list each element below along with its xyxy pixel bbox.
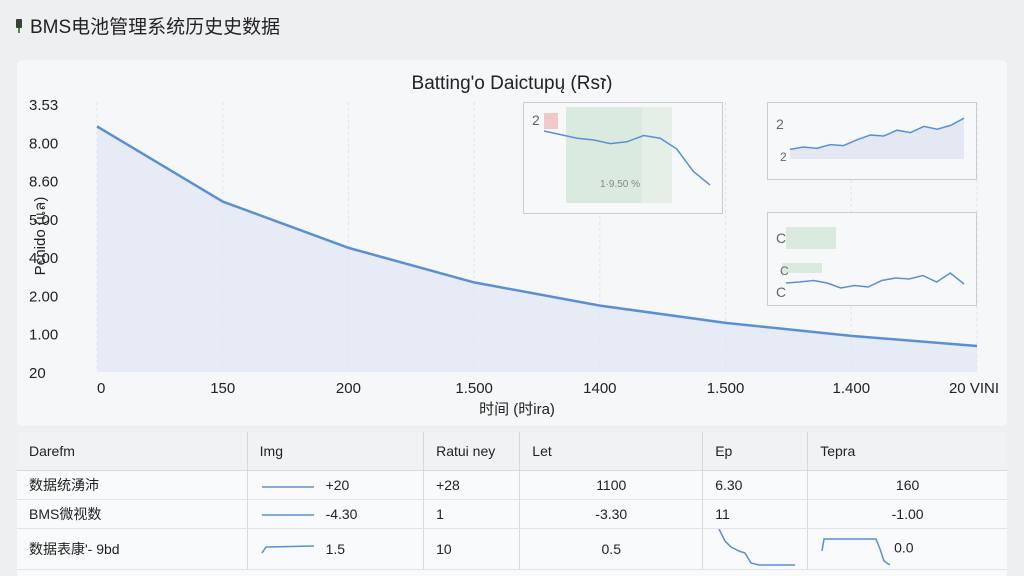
- app-title: BMS电池管理系统历史史数据: [14, 12, 280, 39]
- cell-let: 0.5: [519, 528, 704, 570]
- y-axis-label: Pєnido (ıเล): [32, 197, 49, 276]
- x-tick-label: 1.400: [833, 380, 871, 397]
- x-tick-label: 1.500: [707, 380, 745, 397]
- col-header-img[interactable]: Img: [247, 432, 425, 471]
- x-tick-label: 0: [97, 380, 105, 397]
- sparkline-icon: [718, 529, 796, 566]
- sparkline-icon: [261, 486, 314, 489]
- table-row[interactable]: 数据表康'- 9bd 1.5 10 0.5 0.0: [17, 528, 1007, 570]
- data-table-panel: Darefm Img Ratui ney Let Ep Tepra 数据统湧沛 …: [17, 432, 1007, 576]
- cell-ep: [702, 528, 809, 570]
- inset-label: 2: [776, 116, 784, 132]
- inset-chart-2: 22: [767, 102, 977, 180]
- x-axis-label: 时间 (时ira): [479, 401, 555, 418]
- y-tick-label: 20: [29, 365, 46, 382]
- table-row[interactable]: BMS微视数 -4.30 1 -3.30 11 -1.00: [17, 499, 1007, 529]
- inset-area: [790, 118, 964, 159]
- y-tick-label: 3.53: [29, 97, 58, 114]
- inset-label: C: [776, 230, 786, 246]
- inset-block: [786, 227, 836, 249]
- col-header-ratui[interactable]: Ratui ney: [423, 432, 521, 471]
- cell-rat: 10: [423, 528, 521, 570]
- cell-img-value: +20: [325, 477, 350, 493]
- cell-img: 1.5: [247, 528, 425, 570]
- cell-ep: 6.30: [702, 470, 809, 500]
- inset-center-label: 1·9.50 %: [600, 179, 640, 190]
- cell-tepra: -1.00: [807, 499, 1007, 529]
- cell-let: 1100: [519, 470, 704, 500]
- cell-ep: 11: [702, 499, 809, 529]
- inset-chart-3: CCC: [767, 212, 977, 306]
- sparkline-icon: [261, 514, 314, 517]
- col-header-darefm[interactable]: Darefm: [17, 432, 248, 471]
- cell-img: -4.30: [247, 499, 425, 529]
- main-chart-panel: Batting'o Daictupų (Rsז) 3.53 8.00 8.60 5.00…: [17, 60, 1007, 426]
- inset-block: [544, 113, 558, 129]
- inset-label: 2: [532, 112, 540, 128]
- x-tick-label: 20 VINI: [949, 380, 999, 397]
- cell-name: 数据表康'- 9bd: [17, 528, 248, 570]
- inset-line: [785, 272, 965, 289]
- cell-img-value: -4.30: [325, 506, 358, 522]
- sparkline-icon: [261, 545, 314, 554]
- y-tick-label: 8.00: [29, 135, 58, 152]
- x-tick-label: 1.500: [455, 380, 493, 397]
- cell-tepra-value: 0.0: [894, 539, 914, 556]
- inset-label: C: [780, 264, 789, 278]
- cell-img-value: 1.5: [325, 540, 346, 557]
- cell-let: -3.30: [519, 499, 704, 529]
- table-header-row: Darefm Img Ratui ney Let Ep Tepra: [17, 432, 1007, 471]
- cell-name: BMS微视数: [17, 499, 248, 529]
- table-row[interactable]: 数据统湧沛 +20 +28 1100 6.30 160: [17, 470, 1007, 500]
- y-tick-label: 1.00: [29, 327, 58, 344]
- battery-plug-icon: [14, 18, 24, 33]
- col-header-ep[interactable]: Ep: [702, 432, 809, 471]
- data-table: Darefm Img Ratui ney Let Ep Tepra 数据统湧沛 …: [17, 432, 1007, 570]
- y-tick-label: 8.60: [29, 174, 58, 191]
- sparkline-icon: [821, 538, 891, 566]
- inset-chart-1: 2 1·9.50 %: [523, 102, 723, 214]
- inset-label: 2: [780, 150, 787, 164]
- chart-title: Batting'o Daictupų (Rsז): [412, 73, 613, 94]
- col-header-let[interactable]: Let: [519, 432, 704, 471]
- app-title-text: BMS电池管理系统历史史数据: [30, 17, 281, 38]
- inset-block: [642, 107, 672, 203]
- cell-name: 数据统湧沛: [17, 470, 248, 500]
- cell-rat: +28: [423, 470, 521, 500]
- cell-tepra: 160: [807, 470, 1007, 500]
- inset-label: C: [776, 284, 786, 300]
- col-header-tepra[interactable]: Tepra: [807, 432, 1007, 471]
- cell-tepra: 0.0: [807, 528, 1007, 570]
- cell-img: +20: [247, 470, 425, 500]
- x-tick-label: 1400: [583, 380, 616, 397]
- y-tick-label: 2.00: [29, 288, 58, 305]
- x-tick-label: 150: [210, 380, 235, 397]
- x-tick-label: 200: [336, 380, 361, 397]
- cell-rat: 1: [423, 499, 521, 529]
